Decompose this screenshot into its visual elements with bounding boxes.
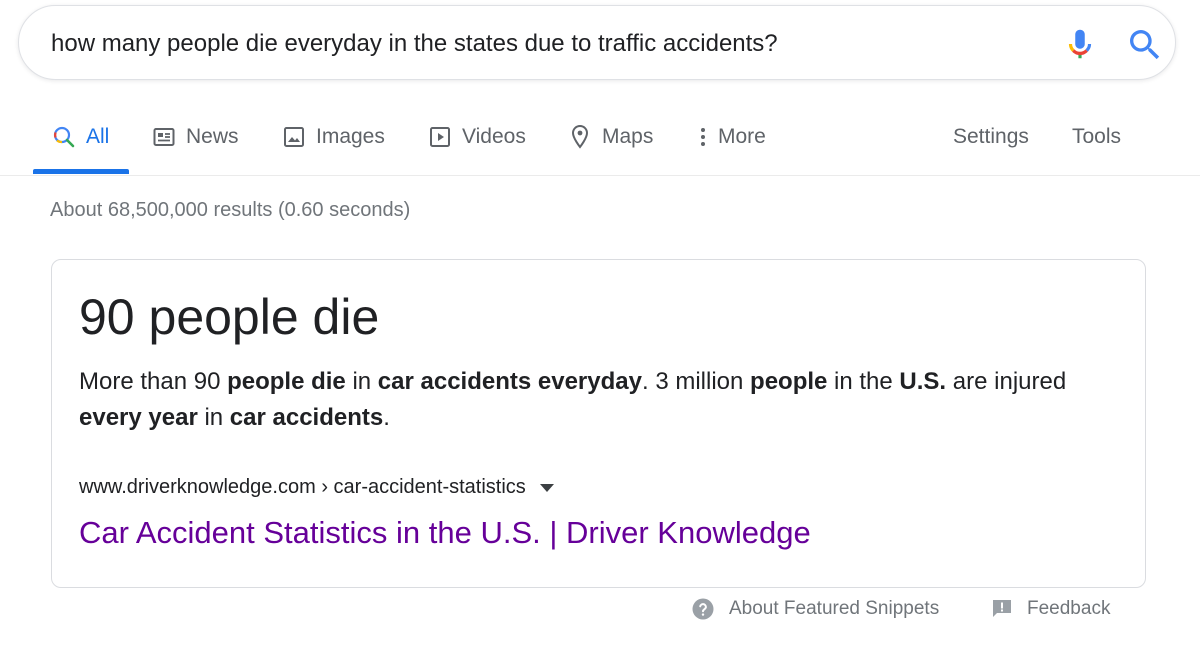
chevron-down-icon[interactable] [539,483,554,492]
tools-link[interactable]: Tools [1072,122,1121,152]
result-stats: About 68,500,000 results (0.60 seconds) [50,199,411,221]
more-vertical-icon [696,125,710,149]
about-featured-snippets-label: About Featured Snippets [729,598,940,619]
feedback-label: Feedback [1027,598,1111,619]
snippet-title-link[interactable]: Car Accident Statistics in the U.S. | Dr… [79,515,811,551]
play-icon [428,125,452,149]
snippet-emphasis: car accidents everyday [377,368,642,395]
snippet-text-run: in [345,368,378,395]
image-icon [282,125,306,149]
feedback-icon [991,598,1013,620]
newspaper-icon [152,125,176,149]
snippet-url: www.driverknowledge.com › car-accident-s… [79,476,526,498]
tools-label: Tools [1072,125,1122,148]
feedback-link[interactable]: Feedback [991,595,1110,623]
snippet-text-run: in [197,404,230,431]
map-pin-icon [568,124,592,150]
tab-images-label: Images [316,125,385,148]
about-featured-snippets-link[interactable]: About Featured Snippets [691,595,939,623]
active-tab-indicator [33,169,129,174]
snippet-emphasis: every year [79,404,198,431]
snippet-answer: 90 people die [79,289,380,345]
snippet-emphasis: people [750,368,828,395]
snippet-emphasis: people die [227,368,346,395]
voice-search-button[interactable] [1061,25,1099,63]
featured-snippet: 90 people die More than 90 people die in… [51,259,1146,588]
tab-images[interactable]: Images [282,122,385,152]
search-button[interactable] [1125,25,1165,65]
snippet-text-run: are injured [946,368,1067,395]
tab-videos-label: Videos [462,125,526,148]
tab-all-label: All [86,125,110,148]
tab-news[interactable]: News [152,122,239,152]
settings-link[interactable]: Settings [953,122,1029,152]
snippet-cite: www.driverknowledge.com › car-accident-s… [79,476,554,499]
snippet-text-run: in the [827,368,900,395]
snippet-text: More than 90 people die in car accidents… [79,364,1119,436]
search-icon [52,125,76,149]
search-input[interactable] [51,26,1011,62]
tab-maps-label: Maps [602,125,654,148]
snippet-text-run: . 3 million [641,368,751,395]
tab-videos[interactable]: Videos [428,122,526,152]
settings-label: Settings [953,125,1029,148]
microphone-icon [1068,29,1092,59]
search-bar [18,5,1176,80]
tab-more[interactable]: More [696,122,766,152]
snippet-emphasis: car accidents [229,404,384,431]
tab-news-label: News [186,125,239,148]
tab-all[interactable]: All [52,122,109,152]
search-tabs: All News Images Videos Maps More Setting… [0,100,1200,176]
snippet-text-run: More than 90 [79,368,228,395]
snippet-emphasis: U.S. [899,368,947,395]
tab-more-label: More [718,125,766,148]
tab-maps[interactable]: Maps [568,122,653,152]
help-icon [691,597,715,621]
snippet-text-run: . [383,404,390,431]
search-icon [1130,30,1160,60]
